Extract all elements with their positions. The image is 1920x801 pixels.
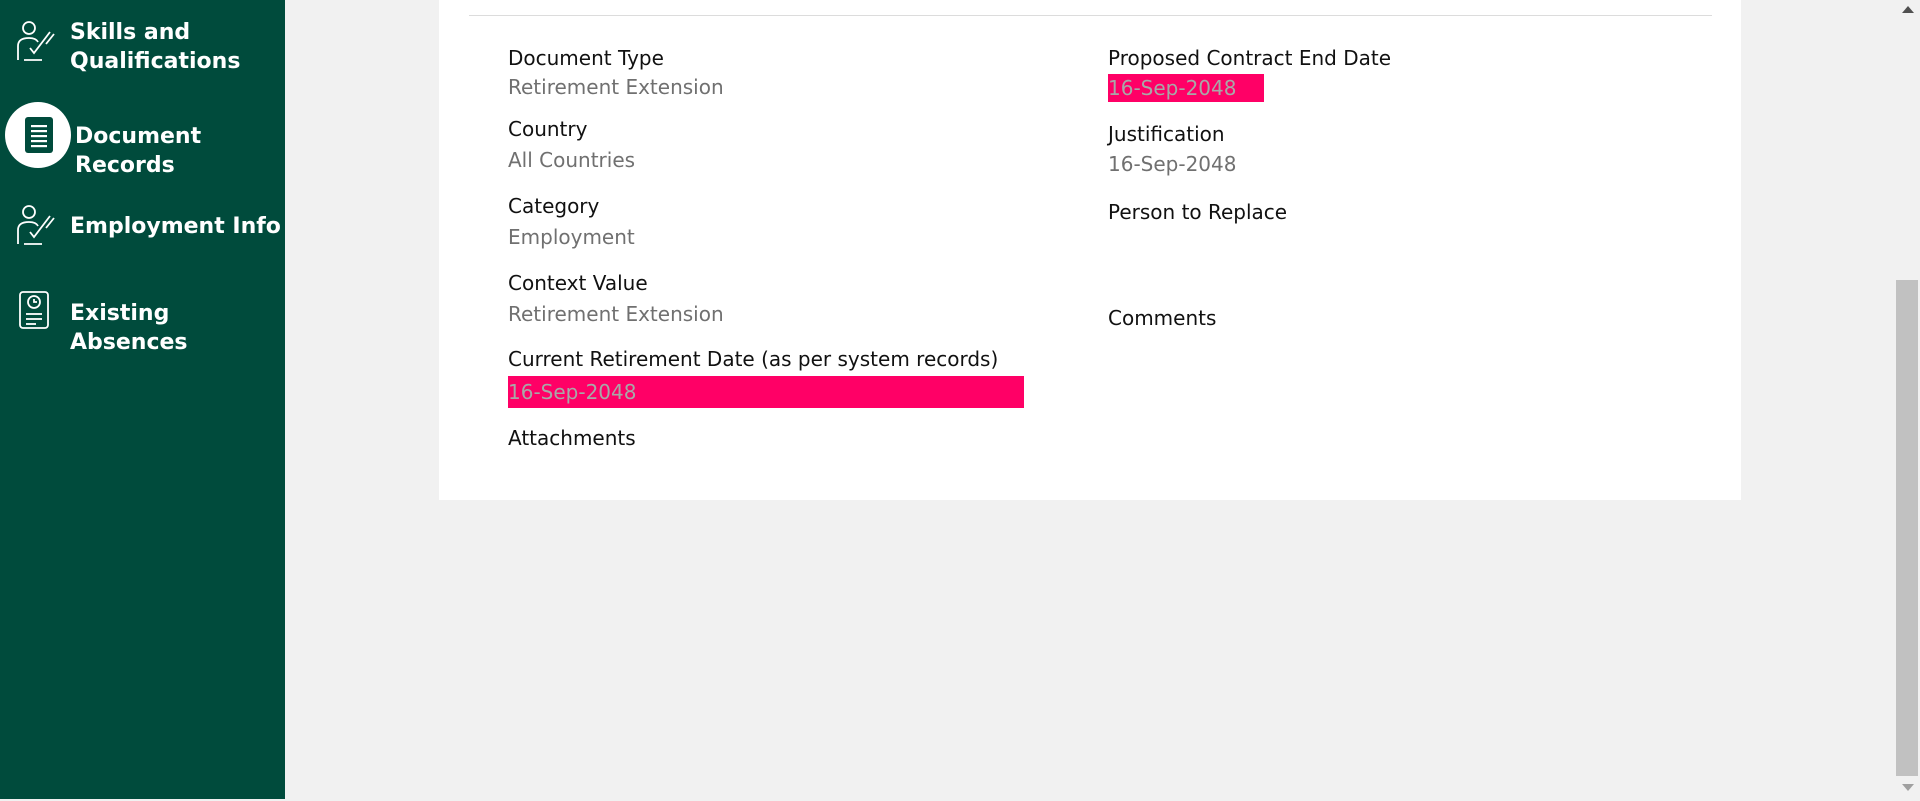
sidebar-item-document-records[interactable]: Document Records (0, 100, 285, 178)
comments-label: Comments (1108, 306, 1217, 330)
document-icon (25, 117, 53, 153)
context-value-value: Retirement Extension (508, 302, 724, 326)
active-indicator (5, 102, 71, 168)
category-value: Employment (508, 225, 635, 249)
vertical-scrollbar[interactable] (1894, 0, 1920, 801)
scroll-down-arrow-icon[interactable] (1902, 784, 1914, 791)
scroll-up-arrow-icon[interactable] (1902, 6, 1914, 13)
document-type-value: Retirement Extension (508, 75, 724, 99)
justification-label: Justification (1108, 122, 1225, 146)
sidebar-item-skills-and-qualifications[interactable]: Skills and Qualifications (0, 18, 285, 82)
clock-document-icon (18, 290, 50, 338)
proposed-contract-end-date-value: 16-Sep-2048 (1108, 74, 1264, 102)
person-check-icon (16, 20, 56, 72)
document-details-card: Document Type Retirement Extension Count… (439, 0, 1741, 500)
proposed-contract-end-date-label: Proposed Contract End Date (1108, 46, 1391, 70)
scrollbar-thumb[interactable] (1896, 280, 1918, 776)
current-retirement-date-value: 16-Sep-2048 (508, 376, 1024, 408)
sidebar-item-label: Existing Absences (70, 301, 188, 355)
justification-value: 16-Sep-2048 (1108, 152, 1237, 176)
country-label: Country (508, 117, 588, 141)
sidebar-item-label: Document Records (75, 124, 202, 178)
attachments-label: Attachments (508, 426, 636, 450)
category-label: Category (508, 194, 600, 218)
sidebar-item-employment-info[interactable]: Employment Info (0, 202, 285, 248)
context-value-label: Context Value (508, 271, 648, 295)
country-value: All Countries (508, 148, 636, 172)
sidebar-item-label: Employment Info (70, 214, 281, 239)
person-to-replace-label: Person to Replace (1108, 200, 1288, 224)
document-type-label: Document Type (508, 46, 664, 70)
sidebar-item-label: Skills and Qualifications (70, 20, 241, 74)
current-retirement-date-label: Current Retirement Date (as per system r… (508, 347, 999, 371)
person-check-icon (16, 204, 56, 256)
divider (469, 15, 1712, 16)
sidebar-item-existing-absences[interactable]: Existing Absences (0, 288, 285, 355)
sidebar: Skills and Qualifications Document Recor… (0, 0, 285, 799)
